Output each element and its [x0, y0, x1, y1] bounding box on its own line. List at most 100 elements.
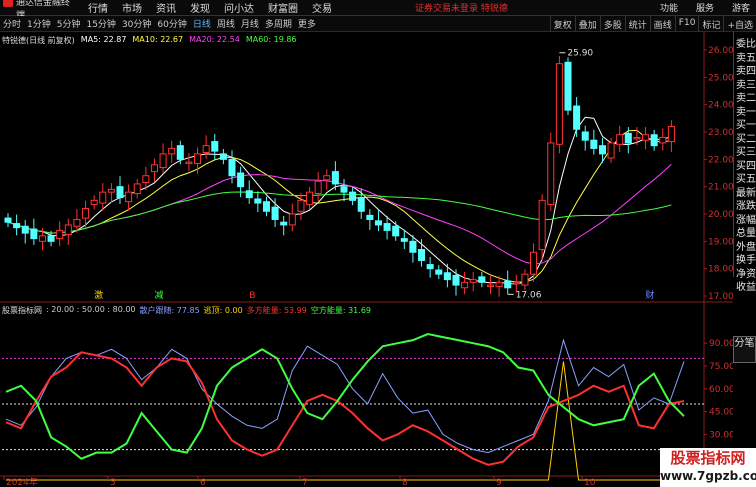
date-tick-label: 6	[200, 478, 206, 487]
candle-up	[64, 224, 72, 236]
ma5-line	[7, 116, 672, 285]
panel-label-15: 换手	[736, 255, 756, 266]
candle-down	[116, 186, 124, 199]
candle-down	[426, 264, 434, 270]
candle-up	[73, 218, 81, 227]
candle-up	[486, 284, 494, 287]
candle-down	[374, 220, 382, 226]
date-tick-label: 2024年	[6, 476, 38, 487]
panel-label-16: 净资	[736, 268, 756, 280]
panel-label-0: 卖五	[736, 52, 756, 64]
candle-down	[211, 141, 219, 152]
candle-down	[4, 217, 12, 223]
candle-down	[573, 105, 581, 130]
price-tick-label: 25.00	[708, 73, 733, 83]
candle-down	[331, 171, 339, 185]
tab-fenbi[interactable]: 分笔	[733, 336, 756, 363]
candle-up	[538, 199, 546, 251]
panel-label-2: 卖三	[736, 79, 756, 91]
candle-up	[555, 63, 563, 145]
date-tick-label: 5	[110, 478, 116, 487]
indicator-tick-label: 75.00	[709, 362, 733, 372]
indicator-tick-label: 30.00	[709, 430, 733, 440]
candle-down	[176, 145, 184, 160]
candle-down	[564, 61, 572, 111]
panel-label-1: 卖四	[736, 66, 756, 77]
candle-up	[288, 213, 296, 226]
indicator-tick-label: 90.00	[709, 339, 733, 349]
candle-down	[418, 249, 426, 261]
candle-up	[616, 134, 624, 145]
candle-up	[314, 180, 322, 194]
chart-canvas[interactable]: 26.00 25.00 24.00 23.00 22.00 21.00 20.00 19.00…	[0, 0, 733, 487]
candle-down	[13, 223, 21, 229]
date-tick-label: 8	[402, 478, 408, 487]
candle-up	[642, 134, 650, 141]
candle-down	[340, 186, 348, 193]
panel-label-weibi: 委比	[736, 39, 756, 50]
candle-up	[495, 281, 503, 287]
candle-up	[56, 229, 64, 240]
ma20-line	[7, 164, 672, 265]
candle-down	[624, 132, 632, 144]
panel-label-5: 买一	[736, 120, 756, 131]
panel-label-13: 总量	[736, 228, 756, 239]
candle-up	[150, 164, 158, 173]
candle-down	[47, 235, 55, 242]
candle-up	[547, 142, 555, 205]
candle-up	[90, 199, 98, 205]
price-tick-label: 24.00	[708, 101, 733, 111]
candle-down	[581, 131, 589, 141]
low-price-label: 17.06	[516, 290, 542, 300]
candle-down	[228, 158, 236, 177]
candle-down	[262, 201, 270, 212]
candle-up	[99, 191, 107, 204]
candle-down	[598, 145, 606, 155]
chart-marker: B	[249, 291, 255, 301]
candle-up	[159, 153, 167, 169]
candle-up	[194, 153, 202, 164]
candle-up	[297, 199, 305, 212]
panel-label-10: 最新	[736, 187, 756, 199]
candle-up	[667, 126, 675, 143]
indicator-tick-label: 45.00	[709, 408, 733, 418]
candle-up	[530, 251, 538, 275]
date-tick-label: 10	[584, 478, 596, 487]
candle-down	[590, 139, 598, 149]
candle-up	[168, 147, 176, 155]
panel-label-14: 外盘	[736, 241, 756, 253]
candle-down	[366, 214, 374, 220]
candle-down	[409, 240, 417, 253]
watermark-title: 股票指标网	[670, 449, 746, 467]
price-tick-label: 18.00	[708, 265, 733, 275]
candle-down	[280, 221, 288, 226]
candle-up	[38, 235, 46, 242]
candle-up	[185, 161, 193, 164]
watermark: 股票指标网 www.7gpzb.com	[660, 448, 756, 487]
candle-down	[349, 191, 357, 201]
candle-down	[650, 134, 658, 147]
price-tick-label: 20.00	[708, 210, 733, 220]
panel-label-9: 买五	[736, 174, 756, 185]
price-tick-label: 22.00	[708, 155, 733, 165]
candle-down	[219, 153, 227, 160]
candle-up	[521, 273, 529, 286]
candle-down	[237, 172, 245, 188]
price-tick-label: 23.00	[708, 128, 733, 138]
candle-up	[633, 136, 641, 140]
candle-down	[271, 206, 279, 220]
chart-marker: 激	[94, 289, 103, 301]
watermark-url: www.7gpzb.com	[660, 469, 756, 483]
candle-up	[82, 208, 90, 219]
chart-marker: 财	[646, 289, 655, 301]
panel-label-3: 卖二	[736, 93, 756, 104]
candle-down	[504, 280, 512, 289]
candle-down	[21, 225, 29, 234]
panel-label-8: 买四	[736, 160, 756, 172]
candle-up	[107, 188, 115, 193]
panel-label-7: 买三	[736, 147, 756, 158]
candle-up	[659, 136, 667, 144]
price-tick-label: 21.00	[708, 183, 733, 193]
menu-guest[interactable]: 游客	[732, 1, 750, 14]
date-tick-label: 7	[302, 478, 308, 487]
